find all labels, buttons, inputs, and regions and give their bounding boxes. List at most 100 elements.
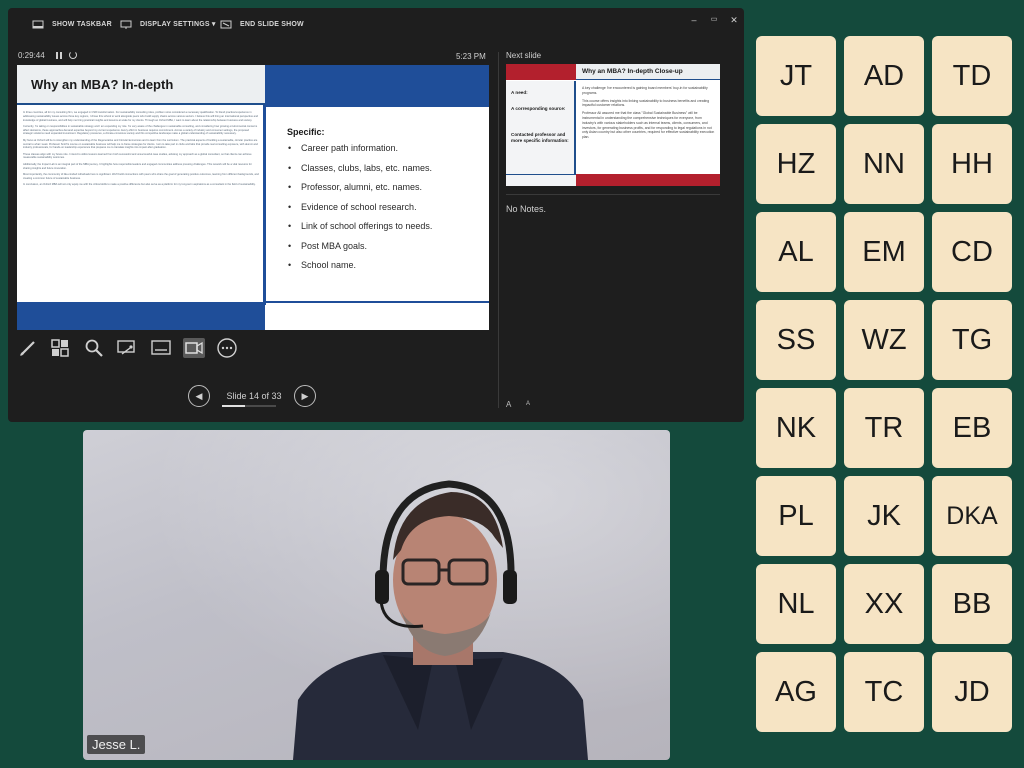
participant-tile[interactable]: EM (844, 212, 924, 292)
slide-paragraph: In three countries, all for my consultin… (23, 111, 259, 122)
specific-item: Evidence of school research. (287, 202, 487, 222)
specific-list-box: Specific: Career path information. Class… (287, 127, 487, 280)
participant-tile[interactable]: JK (844, 476, 924, 556)
participant-tile[interactable]: AL (756, 212, 836, 292)
participant-tile[interactable]: DKA (932, 476, 1012, 556)
next-slide-paragraph: Professor Ali assured me that the class … (582, 111, 715, 140)
display-settings-icon (120, 20, 132, 29)
specific-heading: Specific: (287, 127, 325, 137)
camera-icon[interactable] (182, 337, 206, 359)
slide-accent-bottom (17, 302, 265, 330)
speaker-notes[interactable]: No Notes. (506, 204, 546, 214)
participant-tile[interactable]: AG (756, 652, 836, 732)
subtitles-icon[interactable] (150, 338, 172, 358)
next-slide-paragraph: A key challenge I've encountered is gain… (582, 86, 708, 95)
participant-tile[interactable]: CD (932, 212, 1012, 292)
participant-tile[interactable]: EB (932, 388, 1012, 468)
minimize-button[interactable]: – (688, 14, 700, 26)
slide-divider (263, 105, 266, 305)
speaker-silhouette (293, 480, 588, 760)
zoom-icon[interactable] (84, 338, 104, 358)
next-slide-label-column: A need: A corresponding source: Contacte… (506, 81, 576, 175)
display-settings-button[interactable]: DISPLAY SETTINGS ▾ (120, 18, 216, 30)
next-slide-label-item: A need: (511, 90, 528, 95)
participant-tile[interactable]: NK (756, 388, 836, 468)
current-slide[interactable]: Why an MBA? In-depth In three countries,… (17, 65, 489, 330)
presenter-toolbar: SHOW TASKBAR DISPLAY SETTINGS ▾ END SLID… (8, 8, 744, 38)
pen-icon[interactable] (18, 338, 38, 358)
speaker-name-tag: Jesse L. (87, 735, 146, 754)
slide-progress-fill (222, 405, 245, 407)
next-slide-accent-bottom (576, 174, 720, 186)
end-slide-show-button[interactable]: END SLIDE SHOW (220, 18, 304, 30)
chevron-right-icon: ▶ (301, 390, 309, 401)
previous-slide-button[interactable]: ◀ (188, 385, 210, 407)
show-taskbar-button[interactable]: SHOW TASKBAR (32, 18, 112, 30)
participant-tile[interactable]: TD (932, 36, 1012, 116)
next-slide-label: Next slide (506, 51, 542, 60)
next-slide-accent-top (506, 64, 576, 80)
presenter-view-window: SHOW TASKBAR DISPLAY SETTINGS ▾ END SLID… (8, 8, 744, 422)
participant-tile[interactable]: JD (932, 652, 1012, 732)
close-button[interactable]: ✕ (728, 14, 740, 26)
participant-tile[interactable]: PL (756, 476, 836, 556)
next-slide-label-item: Contacted professor and more specific in… (511, 132, 569, 143)
slide-progress-track (222, 405, 276, 407)
next-slide-accent-bottom-left (506, 174, 576, 186)
decrease-font-button[interactable]: A (526, 401, 530, 407)
slide-paragraph: Currently, I'm taking on responsibilitie… (23, 124, 258, 136)
participant-tile[interactable]: NL (756, 564, 836, 644)
slide-paragraph: Additionally, the Impact Lab is an integ… (23, 162, 252, 170)
pause-icon[interactable] (56, 52, 62, 59)
speaker-video: Jesse L. (83, 430, 670, 760)
participant-tile[interactable]: WZ (844, 300, 924, 380)
taskbar-icon (32, 20, 44, 28)
next-slide-button[interactable]: ▶ (294, 385, 316, 407)
participant-tile[interactable]: JT (756, 36, 836, 116)
show-taskbar-label: SHOW TASKBAR (52, 20, 112, 28)
more-icon[interactable] (216, 337, 238, 359)
participant-tile[interactable]: XX (844, 564, 924, 644)
slide-accent-top (265, 65, 489, 107)
specific-item: Career path information. (287, 143, 487, 163)
slide-paragraph: My focus at Oxford will be to strengthen… (23, 138, 258, 150)
laser-pointer-icon[interactable] (116, 338, 138, 358)
slide-paragraph: These classes align with my future role.… (23, 152, 252, 160)
participant-tile[interactable]: HZ (756, 124, 836, 204)
display-settings-label: DISPLAY SETTINGS ▾ (140, 21, 216, 28)
specific-item: Classes, clubs, labs, etc. names. (287, 163, 487, 183)
participant-tile[interactable]: HH (932, 124, 1012, 204)
restart-timer-icon[interactable] (69, 51, 77, 59)
slide-paragraph: Most importantly, the community of like-… (23, 172, 259, 180)
specific-item: Post MBA goals. (287, 241, 487, 261)
clock: 5:23 PM (456, 52, 486, 61)
next-slide-label-item: A corresponding source: (511, 106, 566, 111)
specific-item: School name. (287, 260, 487, 280)
next-slide-title-bar: Why an MBA? In-depth Close-up (576, 64, 720, 80)
specific-item: Link of school offerings to needs. (287, 221, 487, 241)
participant-tile[interactable]: AD (844, 36, 924, 116)
restore-button[interactable]: ▭ (708, 14, 720, 26)
specific-item: Professor, alumni, etc. names. (287, 182, 487, 202)
slide-body-text: In three countries, all for my consultin… (23, 111, 259, 299)
end-show-icon (220, 20, 232, 28)
participant-tile[interactable]: TC (844, 652, 924, 732)
slide-title-bar: Why an MBA? In-depth (17, 65, 265, 105)
slide-title: Why an MBA? In-depth (31, 77, 174, 92)
next-slide-preview[interactable]: Why an MBA? In-depth Close-up A need: A … (506, 64, 720, 186)
next-slide-title: Why an MBA? In-depth Close-up (582, 68, 683, 75)
participant-tile[interactable]: TR (844, 388, 924, 468)
participant-tile[interactable]: TG (932, 300, 1012, 380)
participant-tile[interactable]: NN (844, 124, 924, 204)
slide-accent-line (265, 301, 489, 303)
next-slide-paragraph: This course offers insights into linking… (582, 98, 710, 108)
increase-font-button[interactable]: A (506, 400, 511, 409)
elapsed-timer: 0:29:44 (18, 51, 45, 60)
pane-divider[interactable] (498, 52, 499, 408)
participant-tile[interactable]: BB (932, 564, 1012, 644)
participant-tile[interactable]: SS (756, 300, 836, 380)
slide-counter[interactable]: Slide 14 of 33 (222, 391, 286, 401)
next-slide-body: A key challenge I've encountered is gain… (582, 86, 716, 143)
all-slides-icon[interactable] (50, 338, 70, 358)
end-slide-show-label: END SLIDE SHOW (240, 20, 304, 28)
